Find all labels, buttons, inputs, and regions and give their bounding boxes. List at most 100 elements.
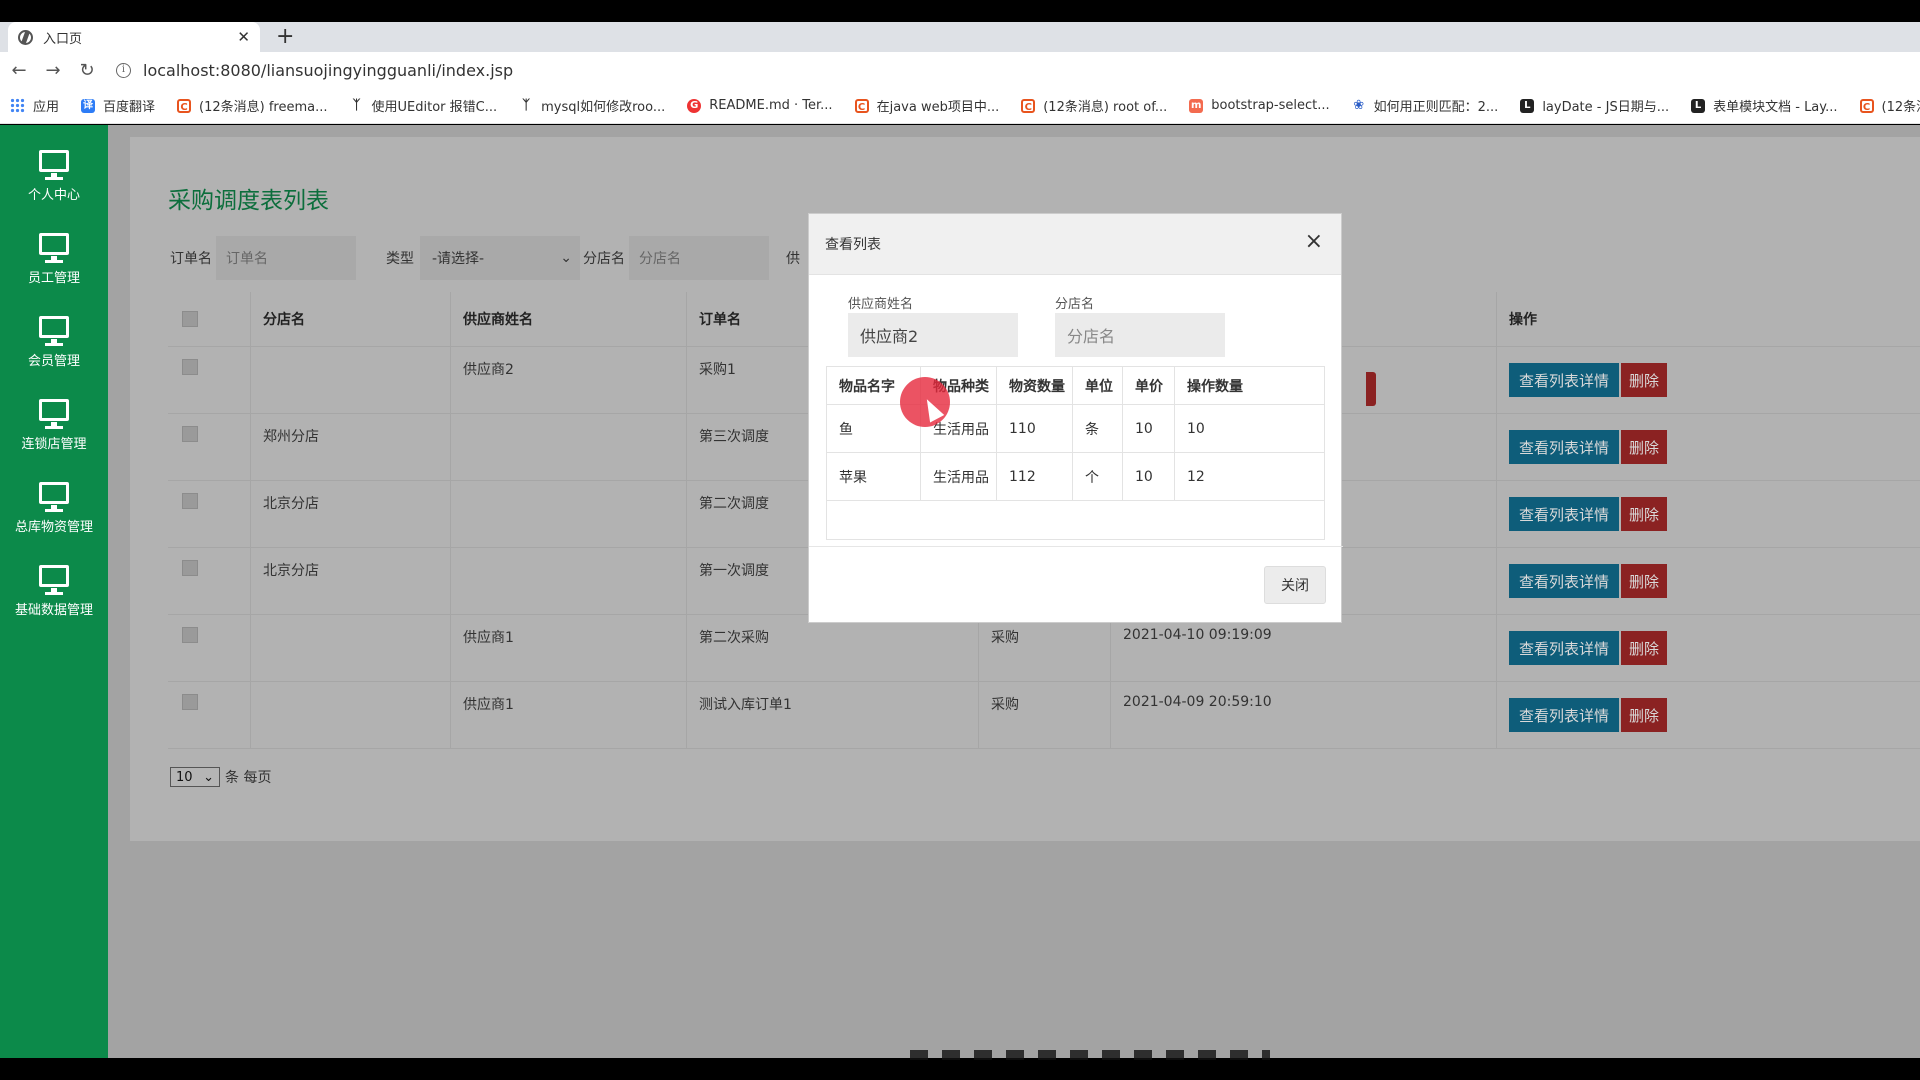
- back-icon[interactable]: ←: [2, 60, 36, 81]
- row-checkbox-cell: [168, 548, 250, 614]
- view-details-button[interactable]: 查看列表详情: [1509, 497, 1620, 531]
- tab-close-icon[interactable]: ✕: [237, 28, 250, 46]
- table-row: 供应商1 测试入库订单1 采购 2021-04-09 20:59:10 查看列表详情 删除: [168, 682, 1920, 749]
- row-checkbox-cell: [168, 615, 250, 681]
- new-tab-icon[interactable]: +: [276, 24, 294, 49]
- bookmark-item[interactable]: C (12条消息): [1859, 96, 1920, 115]
- sidebar-item-label: 个人中心: [27, 188, 80, 203]
- bookmark-label: (12条消息): [1881, 100, 1920, 115]
- bookmark-item[interactable]: ᛉ 使用UEditor 报错C...: [349, 96, 498, 115]
- bookmark-label: mysql如何修改roo...: [541, 100, 666, 115]
- select-all-checkbox[interactable]: [182, 311, 198, 327]
- close-button[interactable]: 关闭: [1264, 566, 1326, 604]
- view-details-button[interactable]: 查看列表详情: [1509, 564, 1620, 598]
- bookmark-item[interactable]: LlayDate - JS日期与...: [1520, 96, 1669, 115]
- sidebar-item-warehouse[interactable]: 总库物资管理: [0, 467, 108, 550]
- cell-branch: [250, 615, 450, 681]
- view-details-button[interactable]: 查看列表详情: [1509, 430, 1620, 464]
- bookmark-label: bootstrap-select...: [1211, 98, 1330, 113]
- bottom-black-bar: [0, 1058, 1920, 1080]
- bookmark-item[interactable]: 译百度翻译: [81, 96, 155, 115]
- cell-type: 采购: [978, 615, 1110, 681]
- branch-filter-input[interactable]: 分店名: [629, 236, 769, 280]
- bookmark-item[interactable]: G README.md · Ter...: [687, 98, 833, 113]
- bookmark-item[interactable]: C 在java web项目中...: [854, 96, 999, 115]
- sidebar-item-employees[interactable]: 员工管理: [0, 218, 108, 301]
- browser-tab[interactable]: 入口页 ✕: [8, 22, 260, 52]
- items-table-cell: 10: [1122, 453, 1174, 500]
- header-operation-quantity: 操作数量: [1174, 367, 1326, 404]
- monitor-icon: [39, 233, 69, 263]
- bookmark-item[interactable]: m bootstrap-select...: [1189, 98, 1330, 113]
- type-filter-select[interactable]: -请选择- ⌄: [420, 236, 580, 280]
- sidebar-item-chain-stores[interactable]: 连锁店管理: [0, 384, 108, 467]
- delete-button[interactable]: 删除: [1621, 430, 1668, 464]
- row-checkbox[interactable]: [182, 627, 198, 643]
- bookmark-label: (12条消息) freema...: [199, 100, 328, 115]
- row-actions: 查看列表详情 删除: [1496, 481, 1920, 547]
- row-actions: 查看列表详情 删除: [1496, 682, 1920, 748]
- header-checkbox-cell: [168, 292, 250, 346]
- branch-name-label: 分店名: [1055, 297, 1095, 312]
- bookmark-label: 使用UEditor 报错C...: [371, 100, 498, 115]
- row-checkbox[interactable]: [182, 694, 198, 710]
- bookmark-item[interactable]: L 表单模块文档 - Lay...: [1691, 96, 1838, 115]
- header-branch[interactable]: 分店名: [250, 292, 450, 346]
- sidebar-item-personal-center[interactable]: 个人中心: [0, 135, 108, 218]
- table-row: 供应商1 第二次采购 采购 2021-04-10 09:19:09 查看列表详情 删除: [168, 615, 1920, 682]
- header-supplier[interactable]: 供应商姓名: [450, 292, 686, 346]
- sidebar-item-label: 会员管理: [27, 354, 80, 369]
- row-checkbox[interactable]: [182, 359, 198, 375]
- site-info-icon[interactable]: i: [116, 62, 131, 78]
- delete-button[interactable]: 删除: [1621, 631, 1668, 665]
- forward-icon[interactable]: →: [36, 60, 70, 81]
- reload-icon[interactable]: ↻: [70, 60, 104, 81]
- delete-button[interactable]: 删除: [1621, 497, 1668, 531]
- page-size-value: 10: [176, 769, 193, 785]
- branch-filter-label: 分店名: [583, 251, 625, 267]
- tab-strip: 入口页 ✕ +: [0, 22, 1920, 52]
- branch-name-field[interactable]: 分店名: [1055, 313, 1225, 357]
- bookmark-apps[interactable]: 应用: [10, 96, 59, 115]
- row-actions: 查看列表详情 删除: [1496, 615, 1920, 681]
- close-icon[interactable]: ×: [1305, 229, 1323, 254]
- row-checkbox[interactable]: [182, 493, 198, 509]
- cell-branch: 北京分店: [250, 548, 450, 614]
- cell-supplier: 供应商1: [450, 615, 686, 681]
- supplier-name-field[interactable]: 供应商2: [848, 313, 1018, 357]
- bookmark-item[interactable]: C (12条消息) freema...: [177, 96, 328, 115]
- header-unit-price: 单价: [1122, 367, 1174, 404]
- view-details-button[interactable]: 查看列表详情: [1509, 698, 1620, 732]
- view-details-button[interactable]: 查看列表详情: [1509, 631, 1620, 665]
- items-table-cell: 条: [1072, 405, 1122, 452]
- url-field[interactable]: i localhost:8080/liansuojingyingguanli/i…: [116, 61, 513, 80]
- page-favicon-icon: [18, 29, 33, 45]
- chevron-down-icon: ⌄: [560, 250, 572, 266]
- delete-button[interactable]: 删除: [1621, 564, 1668, 598]
- type-filter: 类型 -请选择- ⌄: [386, 235, 580, 281]
- bookmark-item[interactable]: C (12条消息) root of...: [1021, 96, 1167, 115]
- bookmark-label: 应用: [33, 100, 60, 115]
- cell-time: 2021-04-09 20:59:10: [1110, 682, 1496, 748]
- sidebar-item-members[interactable]: 会员管理: [0, 301, 108, 384]
- bookmark-item[interactable]: ᛉ mysql如何修改roo...: [519, 96, 665, 115]
- page-size-select[interactable]: 10 ⌄: [170, 767, 220, 787]
- sidebar-item-base-data[interactable]: 基础数据管理: [0, 550, 108, 633]
- delete-button[interactable]: 删除: [1621, 698, 1668, 732]
- order-filter-input[interactable]: 订单名: [216, 236, 356, 280]
- view-details-button[interactable]: 查看列表详情: [1509, 363, 1620, 397]
- row-checkbox[interactable]: [182, 560, 198, 576]
- cell-supplier: 供应商1: [450, 682, 686, 748]
- page-title: 采购调度表列表: [168, 188, 329, 214]
- supplier-filter-label: 供: [786, 251, 800, 267]
- baidu-paw-icon: ❀: [1351, 97, 1366, 113]
- csdn-icon: C: [177, 98, 192, 113]
- url-text: localhost:8080/liansuojingyingguanli/ind…: [143, 60, 514, 80]
- row-checkbox[interactable]: [182, 426, 198, 442]
- tab-title: 入口页: [43, 31, 83, 47]
- row-actions: 查看列表详情 删除: [1496, 548, 1920, 614]
- bookmark-label: layDate - JS日期与...: [1542, 100, 1670, 115]
- bookmark-item[interactable]: ❀ 如何用正则匹配：2...: [1351, 96, 1498, 115]
- delete-button[interactable]: 删除: [1621, 363, 1668, 397]
- pagination: 10 ⌄ 条 每页: [170, 767, 271, 787]
